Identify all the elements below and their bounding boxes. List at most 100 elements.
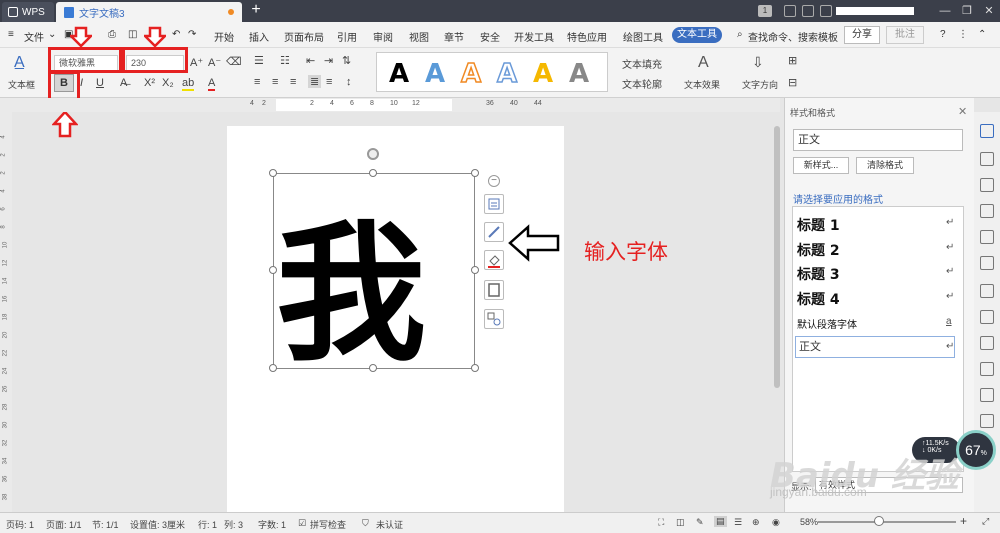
zoom-level[interactable]: 58% [800, 517, 818, 527]
text-direction-button[interactable]: 文字方向 [742, 78, 778, 91]
resize-handle[interactable] [471, 364, 479, 372]
skin-icon[interactable] [784, 5, 796, 17]
new-tab-button[interactable]: + [248, 1, 264, 19]
settings-icon[interactable] [980, 256, 994, 270]
memory-usage-circle[interactable]: 67% [956, 430, 996, 470]
write-mode-icon[interactable]: ✎ [696, 517, 704, 528]
rotate-handle-icon[interactable] [367, 148, 379, 160]
decrease-indent-icon[interactable]: ⇤ [306, 54, 315, 67]
fullscreen-icon[interactable]: ⛶ [658, 517, 664, 528]
menu-home[interactable]: 开始 [214, 29, 234, 44]
close-window-button[interactable]: ✕ [980, 3, 998, 19]
text-fill-button[interactable]: 文本填充 [622, 56, 662, 71]
document-tab[interactable]: 文字文稿3 [56, 2, 242, 22]
status-words[interactable]: 字数: 1 [258, 518, 286, 531]
vertical-ruler[interactable]: 4 2 2 4 6 8 10 12 14 16 18 20 22 24 26 28 30 32 34 36 38 [0, 112, 12, 512]
collapse-icon[interactable]: − [488, 175, 500, 187]
layout-options-icon[interactable] [484, 194, 504, 214]
style-orange-outline-a[interactable]: A [460, 58, 482, 90]
chart-icon[interactable] [980, 336, 994, 350]
menu-dev-tools[interactable]: 开发工具 [514, 29, 554, 44]
menu-featured[interactable]: 特色应用 [567, 29, 607, 44]
zoom-slider-knob[interactable] [874, 516, 884, 526]
superscript-icon[interactable]: X² [144, 77, 155, 89]
read-mode-icon[interactable]: ◫ [676, 517, 685, 528]
style-heading-3[interactable]: 标题 3 [797, 264, 957, 284]
style-blue-outline-a[interactable]: A [496, 58, 518, 90]
user-account-bar[interactable] [836, 7, 914, 15]
help-icon[interactable]: ? [940, 29, 946, 40]
strikethrough-icon[interactable]: A̶ [120, 77, 127, 89]
help-pane-icon[interactable] [980, 414, 994, 428]
wps-icon[interactable] [980, 204, 994, 218]
style-default-font[interactable]: 默认段落字体 [797, 316, 957, 331]
command-search[interactable]: 查找命令、搜索模板 [748, 29, 838, 44]
sort-icon[interactable]: ⇅ [342, 54, 351, 67]
annotate-button[interactable]: 批注 [886, 26, 924, 44]
spell-check-icon[interactable]: ☑ [298, 518, 306, 529]
minimize-button[interactable]: — [936, 3, 954, 19]
status-col[interactable]: 列: 3 [224, 518, 243, 531]
select-icon[interactable] [980, 152, 994, 166]
redo-icon[interactable]: ↷ [188, 29, 196, 40]
menu-reference[interactable]: 引用 [337, 29, 357, 44]
shrink-font-icon[interactable]: A⁻ [208, 56, 221, 69]
preview-icon[interactable]: ◫ [128, 29, 137, 40]
status-setting[interactable]: 设置值: 3厘米 [130, 518, 185, 531]
text-box-content[interactable]: 我 [276, 220, 426, 370]
page-view-icon[interactable]: ▤ [714, 516, 727, 527]
hamburger-icon[interactable]: ≡ [8, 29, 14, 40]
close-icon[interactable]: ✕ [958, 105, 967, 118]
underline-icon[interactable]: U [96, 77, 104, 89]
menu-view[interactable]: 视图 [409, 29, 429, 44]
border-icon[interactable] [484, 280, 504, 300]
text-box-icon[interactable]: A̲ [14, 54, 25, 72]
status-pages[interactable]: 页面: 1/1 [46, 518, 82, 531]
style-black-a[interactable]: A [389, 59, 409, 89]
fill-color-icon[interactable] [484, 250, 504, 270]
align-left-icon[interactable]: ≡ [254, 76, 260, 88]
eye-protect-icon[interactable]: ◉ [772, 517, 780, 528]
text-box-button[interactable]: 文本框 [8, 78, 35, 91]
arrange-icon[interactable] [484, 309, 504, 329]
shapes-icon[interactable] [980, 178, 994, 192]
status-certification[interactable]: 未认证 [376, 518, 403, 531]
subscript-icon[interactable]: X₂ [162, 77, 174, 89]
align-center-icon[interactable]: ≡ [272, 76, 278, 88]
text-outline-button[interactable]: 文本轮廓 [622, 76, 662, 91]
italic-icon[interactable]: I [80, 77, 83, 89]
font-color-icon[interactable]: A [208, 77, 216, 91]
zoom-fit-icon[interactable]: ⤢ [982, 516, 989, 527]
menu-text-tools[interactable]: 文本工具 [672, 27, 722, 43]
undo-icon[interactable]: ↶ [172, 29, 180, 40]
image-icon[interactable] [980, 388, 994, 402]
share-pane-icon[interactable] [980, 310, 994, 324]
status-section[interactable]: 节: 1/1 [92, 518, 119, 531]
resize-handle[interactable] [471, 169, 479, 177]
backup-icon[interactable] [980, 284, 994, 298]
justify-icon[interactable]: ≣ [308, 75, 322, 88]
distributed-icon[interactable]: ≡ [326, 76, 332, 88]
style-heading-1[interactable]: 标题 1 [797, 215, 957, 235]
style-heading-2[interactable]: 标题 2 [797, 240, 957, 260]
style-normal-selected[interactable]: 正文 [795, 336, 955, 358]
wps-home-tab[interactable]: WPS [2, 2, 54, 22]
resize-handle[interactable] [269, 169, 277, 177]
style-gray-a[interactable]: A [569, 59, 589, 89]
align-right-icon[interactable]: ≡ [290, 76, 296, 88]
menu-review[interactable]: 审阅 [373, 29, 393, 44]
current-style-select[interactable]: 正文 [793, 129, 963, 151]
bullet-list-icon[interactable]: ☰ [254, 54, 264, 67]
print-icon[interactable]: ⎙ [108, 29, 116, 40]
scroll-thumb[interactable] [774, 126, 780, 388]
status-page-code[interactable]: 页码: 1 [6, 518, 34, 531]
eraser-icon[interactable]: ⌫ [226, 55, 242, 68]
share-button[interactable]: 分享 [844, 26, 880, 44]
menu-drawing-tools[interactable]: 绘图工具 [623, 29, 663, 44]
search-icon[interactable]: ⌕ [737, 29, 743, 40]
style-heading-4[interactable]: 标题 4 [797, 289, 957, 309]
text-direction-icon[interactable]: ⇩ [752, 54, 764, 71]
table-icon[interactable] [980, 230, 994, 244]
restore-button[interactable]: ❐ [958, 3, 976, 19]
status-spell-check[interactable]: 拼写检查 [310, 518, 346, 531]
